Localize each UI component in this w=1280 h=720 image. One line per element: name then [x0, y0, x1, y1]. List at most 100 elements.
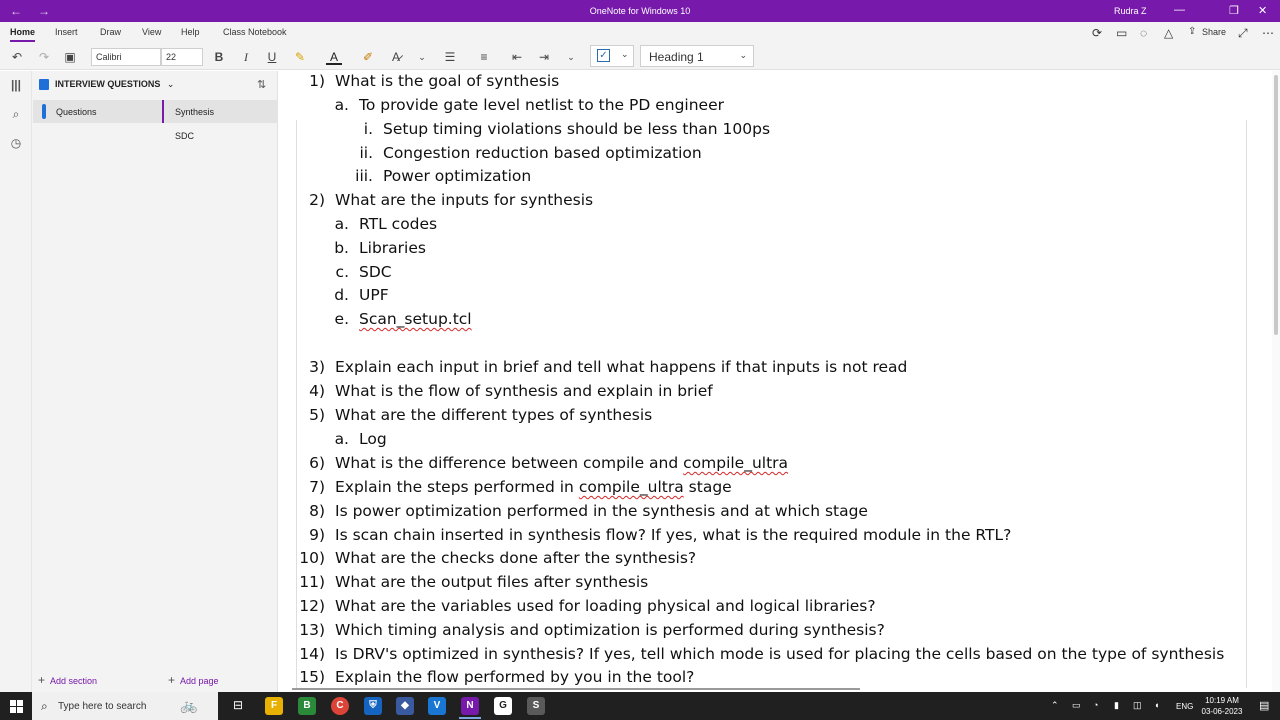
expand-icon[interactable]: ⤢ — [1238, 26, 1248, 41]
note-container-border — [1246, 120, 1247, 688]
underline-button[interactable]: U — [264, 49, 280, 65]
font-color-icon[interactable]: A — [326, 49, 342, 65]
list-text-part: What is the difference between compile a… — [335, 454, 684, 472]
sections-pane — [32, 71, 162, 692]
page-item-synthesis[interactable]: Synthesis — [162, 100, 278, 123]
italic-button[interactable]: I — [238, 49, 254, 65]
list-number: 13) — [299, 621, 325, 639]
chevron-down-icon: ⌄ — [621, 49, 629, 59]
list-number: 14) — [299, 645, 325, 663]
chrome-icon[interactable]: C — [331, 697, 349, 715]
network-icon[interactable]: ▭ — [1072, 700, 1081, 711]
list-number: 9) — [309, 526, 325, 544]
notification-icon[interactable]: ▤ — [1259, 699, 1269, 712]
tab-help[interactable]: Help — [181, 27, 200, 37]
chevron-down-icon[interactable]: ⌄ — [414, 49, 430, 65]
font-name-field[interactable]: Calibri — [91, 48, 161, 66]
misspelled-word: compile_ultra — [683, 454, 789, 472]
list-text: Explain the flow performed by you in the… — [335, 668, 695, 686]
redo-icon[interactable]: ↷ — [36, 49, 52, 65]
font-size-field[interactable]: 22 — [161, 48, 203, 66]
list-text: What are the variables used for loading … — [335, 597, 876, 615]
user-name[interactable]: Rudra Z — [1114, 6, 1147, 16]
format-painter-icon[interactable]: ✐ — [360, 49, 376, 65]
list-number: iii. — [355, 167, 373, 185]
numbered-list-icon[interactable]: ≡ — [476, 49, 492, 65]
highlight-icon[interactable]: ✎ — [292, 49, 308, 65]
minimize-button[interactable]: — — [1174, 4, 1185, 16]
snipping-tool-icon[interactable]: S — [527, 697, 545, 715]
taskbar-search[interactable]: ⌕ Type here to search 🚲 — [32, 692, 218, 720]
bullet-list-icon[interactable]: ☰ — [442, 49, 458, 65]
tab-class-notebook[interactable]: Class Notebook — [223, 27, 287, 37]
bell-icon[interactable]: △ — [1164, 26, 1173, 40]
list-text: Congestion reduction based optimization — [383, 144, 702, 162]
page-item-sdc[interactable]: SDC — [162, 124, 278, 147]
scrollbar-thumb[interactable] — [1274, 75, 1278, 335]
close-button[interactable]: ✕ — [1258, 4, 1267, 17]
list-text: What is the flow of synthesis and explai… — [335, 382, 713, 400]
list-text-part: stage — [683, 478, 732, 496]
vscode-icon[interactable]: V — [428, 697, 446, 715]
list-number: 10) — [299, 549, 325, 567]
sync-icon[interactable]: ⟳ — [1092, 26, 1102, 40]
add-section-button[interactable]: + Add section — [38, 673, 97, 687]
chevron-up-icon[interactable]: ⌃ — [1051, 700, 1059, 711]
search-icon: ⌕ — [41, 699, 48, 713]
tab-insert[interactable]: Insert — [55, 27, 78, 37]
tab-home[interactable]: Home — [10, 27, 36, 42]
notes-icon[interactable]: ▭ — [1116, 26, 1127, 40]
task-view-icon[interactable]: ⊟ — [233, 698, 243, 712]
g-app-icon[interactable]: G — [494, 697, 512, 715]
bold-button[interactable]: B — [211, 49, 227, 65]
list-number: 15) — [299, 668, 325, 686]
undo-icon[interactable]: ↶ — [9, 49, 25, 65]
share-button[interactable]: Share — [1202, 27, 1226, 37]
volume-icon[interactable]: ◖ — [1154, 700, 1159, 710]
share-icon[interactable]: ⇪ — [1188, 26, 1196, 37]
language-indicator[interactable]: ENG — [1176, 702, 1193, 711]
decrease-indent-icon[interactable]: ⇤ — [509, 49, 525, 65]
chevron-down-icon[interactable]: ⌄ — [563, 49, 579, 65]
pages-pane — [162, 71, 278, 692]
vertical-scrollbar[interactable] — [1272, 71, 1280, 692]
list-number: 2) — [309, 191, 325, 209]
wifi-icon[interactable]: ◔ — [1093, 700, 1098, 710]
list-number: 12) — [299, 597, 325, 615]
onenote-icon[interactable]: N — [461, 697, 479, 715]
more-icon[interactable]: ⋯ — [1262, 26, 1274, 40]
clear-format-icon[interactable]: A̷ — [388, 49, 404, 65]
search-icon[interactable]: ⌕ — [8, 107, 24, 123]
list-text: Explain each input in brief and tell wha… — [335, 358, 908, 376]
tab-draw[interactable]: Draw — [100, 27, 121, 37]
nav-rail: ||| ⌕ ◷ — [0, 71, 32, 692]
page-label: Synthesis — [175, 107, 215, 117]
clipboard-icon[interactable]: ▣ — [62, 49, 78, 65]
horizontal-scrollbar[interactable] — [292, 688, 860, 690]
section-item-questions[interactable]: Questions — [33, 100, 162, 123]
window-title: OneNote for Windows 10 — [589, 6, 691, 16]
list-text: What are the different types of synthesi… — [335, 406, 653, 424]
notebooks-icon[interactable]: ||| — [8, 78, 24, 94]
lightbulb-icon[interactable]: ◌ — [1140, 26, 1147, 40]
shield-app-icon[interactable]: ⛨ — [364, 697, 382, 715]
style-dropdown[interactable]: Heading 1 ⌄ — [640, 45, 754, 67]
todo-tag-dropdown[interactable]: ✓ ⌄ — [590, 45, 634, 67]
notebook-name[interactable]: INTERVIEW QUESTIONS ⌄ — [55, 79, 174, 90]
maximize-button[interactable]: ❐ — [1229, 4, 1239, 17]
add-page-button[interactable]: + Add page — [168, 673, 219, 687]
section-label: Questions — [56, 107, 97, 117]
windows-start-icon[interactable] — [10, 700, 23, 713]
list-number: e. — [334, 310, 349, 328]
power-icon[interactable]: ▮ — [1114, 700, 1119, 711]
recent-icon[interactable]: ◷ — [8, 136, 24, 152]
clock[interactable]: 10:19 AM 03-06-2023 — [1196, 695, 1248, 717]
increase-indent-icon[interactable]: ⇥ — [536, 49, 552, 65]
taskbar: ⌕ Type here to search 🚲 ⊟ F B C ⛨ ◆ V N … — [0, 692, 1280, 720]
network-tray-icon[interactable]: ◫ — [1133, 700, 1142, 711]
tab-view[interactable]: View — [142, 27, 161, 37]
file-explorer-icon[interactable]: F — [265, 697, 283, 715]
store-icon[interactable]: B — [298, 697, 316, 715]
network-app-icon[interactable]: ◆ — [396, 697, 414, 715]
sort-icon[interactable]: ⇅ — [257, 78, 266, 91]
